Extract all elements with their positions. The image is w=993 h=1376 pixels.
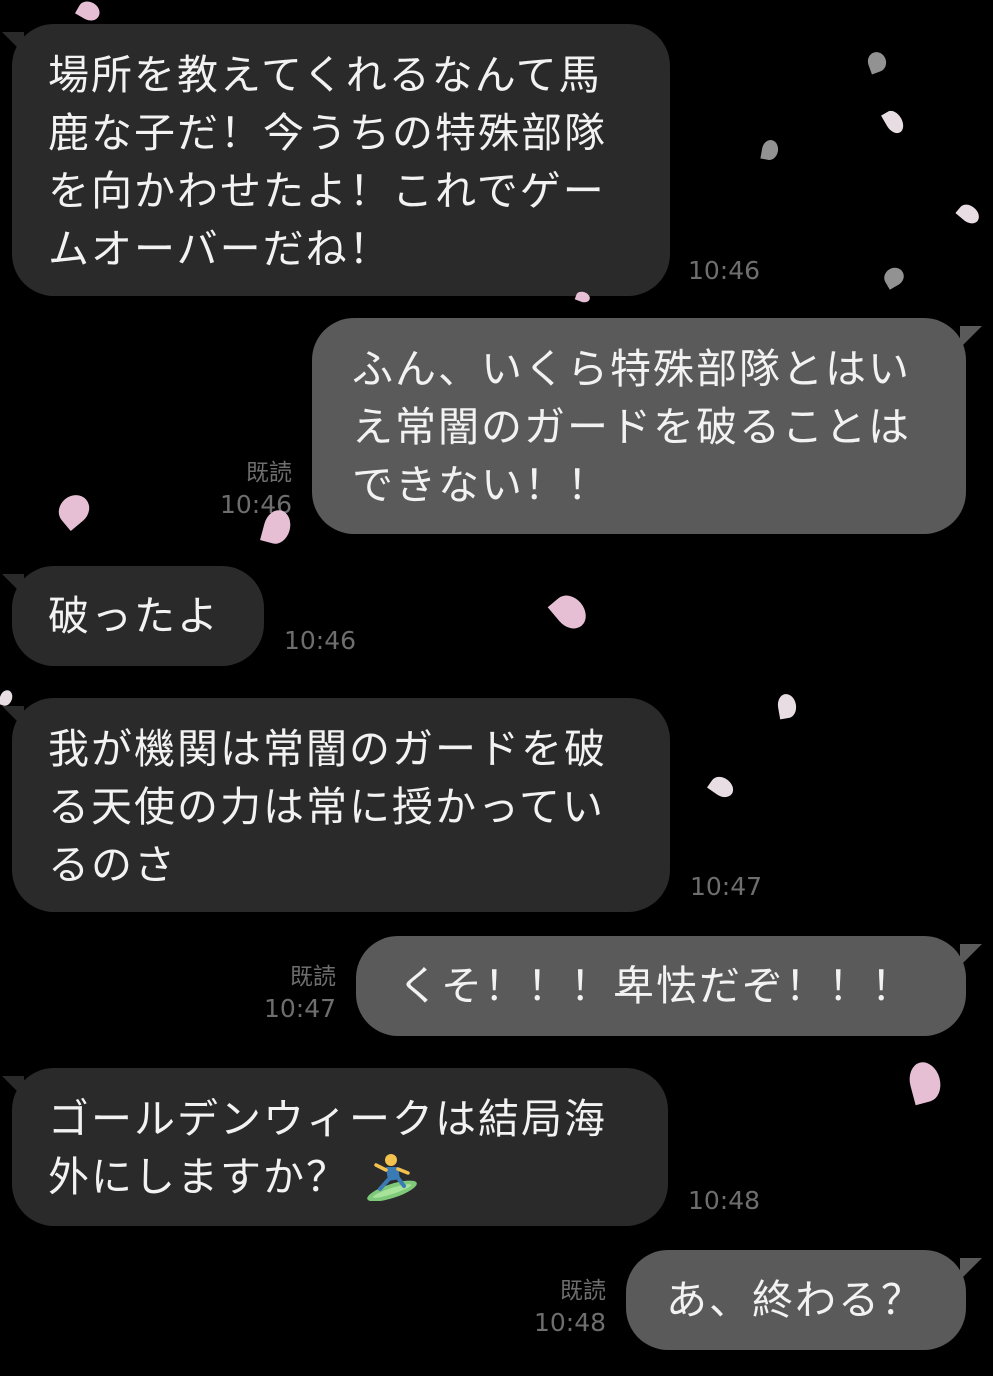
petal-decoration: [880, 264, 908, 290]
bubble-tail: [960, 326, 982, 348]
petal-decoration: [865, 49, 889, 75]
message-timestamp: 10:47: [263, 994, 336, 1023]
message-bubble-outgoing[interactable]: ふん、いくら特殊部隊とはい え常闇のガードを破ることは できない！！: [312, 318, 966, 534]
message-line: を向かわせたよ！これでゲー: [48, 167, 606, 215]
message-line: 鹿な子だ！今うちの特殊部隊: [48, 109, 607, 157]
read-receipt: 既読 10:48: [514, 1276, 606, 1338]
message-line: できない！！: [352, 461, 610, 509]
message-timestamp: 10:46: [688, 256, 761, 285]
surfer-icon: [364, 1151, 420, 1202]
message-timestamp: 10:46: [284, 626, 357, 655]
message-line: 破ったよ: [48, 592, 220, 640]
message-line: 我が機関は常闇のガードを破: [48, 725, 607, 773]
message-bubble-incoming[interactable]: 我が機関は常闇のガードを破 る天使の力は常に授かってい るのさ: [12, 698, 670, 912]
petal-decoration: [52, 488, 96, 532]
message-timestamp: 10:48: [533, 1308, 606, 1337]
petal-decoration: [547, 589, 593, 635]
chat-thread: 場所を教えてくれるなんて馬 鹿な子だ！今うちの特殊部隊 を向かわせたよ！これでゲ…: [0, 0, 993, 1376]
message-bubble-incoming[interactable]: ゴールデンウィークは結局海 外にしますか？: [12, 1068, 668, 1226]
message-line: ふん、いくら特殊部隊とはい: [352, 345, 911, 393]
read-label: 既読: [290, 964, 336, 990]
message-line: 外にしますか？: [48, 1153, 349, 1201]
petal-decoration: [74, 0, 104, 25]
message-bubble-outgoing[interactable]: あ、終わる？: [626, 1250, 966, 1350]
message-timestamp: 10:47: [690, 872, 763, 901]
message-bubble-incoming[interactable]: 場所を教えてくれるなんて馬 鹿な子だ！今うちの特殊部隊 を向かわせたよ！これでゲ…: [12, 24, 670, 296]
read-label: 既読: [560, 1278, 606, 1304]
read-receipt: 既読 10:47: [244, 962, 336, 1024]
petal-decoration: [881, 107, 907, 137]
message-line: ゴールデンウィークは結局海: [48, 1095, 607, 1143]
petal-decoration: [707, 772, 737, 802]
message-line: 場所を教えてくれるなんて馬: [48, 51, 602, 99]
message-bubble-incoming[interactable]: 破ったよ: [12, 566, 264, 666]
message-bubble-outgoing[interactable]: くそ！！！卑怯だぞ！！！: [356, 936, 966, 1036]
message-line: ムオーバーだね！: [48, 225, 392, 273]
read-label: 既読: [246, 460, 292, 486]
message-line: え常闇のガードを破ることは: [352, 403, 911, 451]
message-line: あ、終わる？: [666, 1276, 924, 1324]
message-line: るのさ: [48, 841, 177, 889]
petal-decoration: [955, 200, 983, 228]
petal-decoration: [905, 1058, 945, 1106]
petal-decoration: [776, 692, 798, 720]
bubble-tail: [960, 1258, 982, 1280]
petal-decoration: [760, 138, 780, 162]
bubble-tail: [960, 944, 982, 966]
petal-decoration: [0, 688, 15, 708]
message-line: る天使の力は常に授かってい: [48, 783, 605, 831]
message-timestamp: 10:48: [688, 1186, 761, 1215]
message-line: くそ！！！卑怯だぞ！！！: [398, 962, 914, 1010]
